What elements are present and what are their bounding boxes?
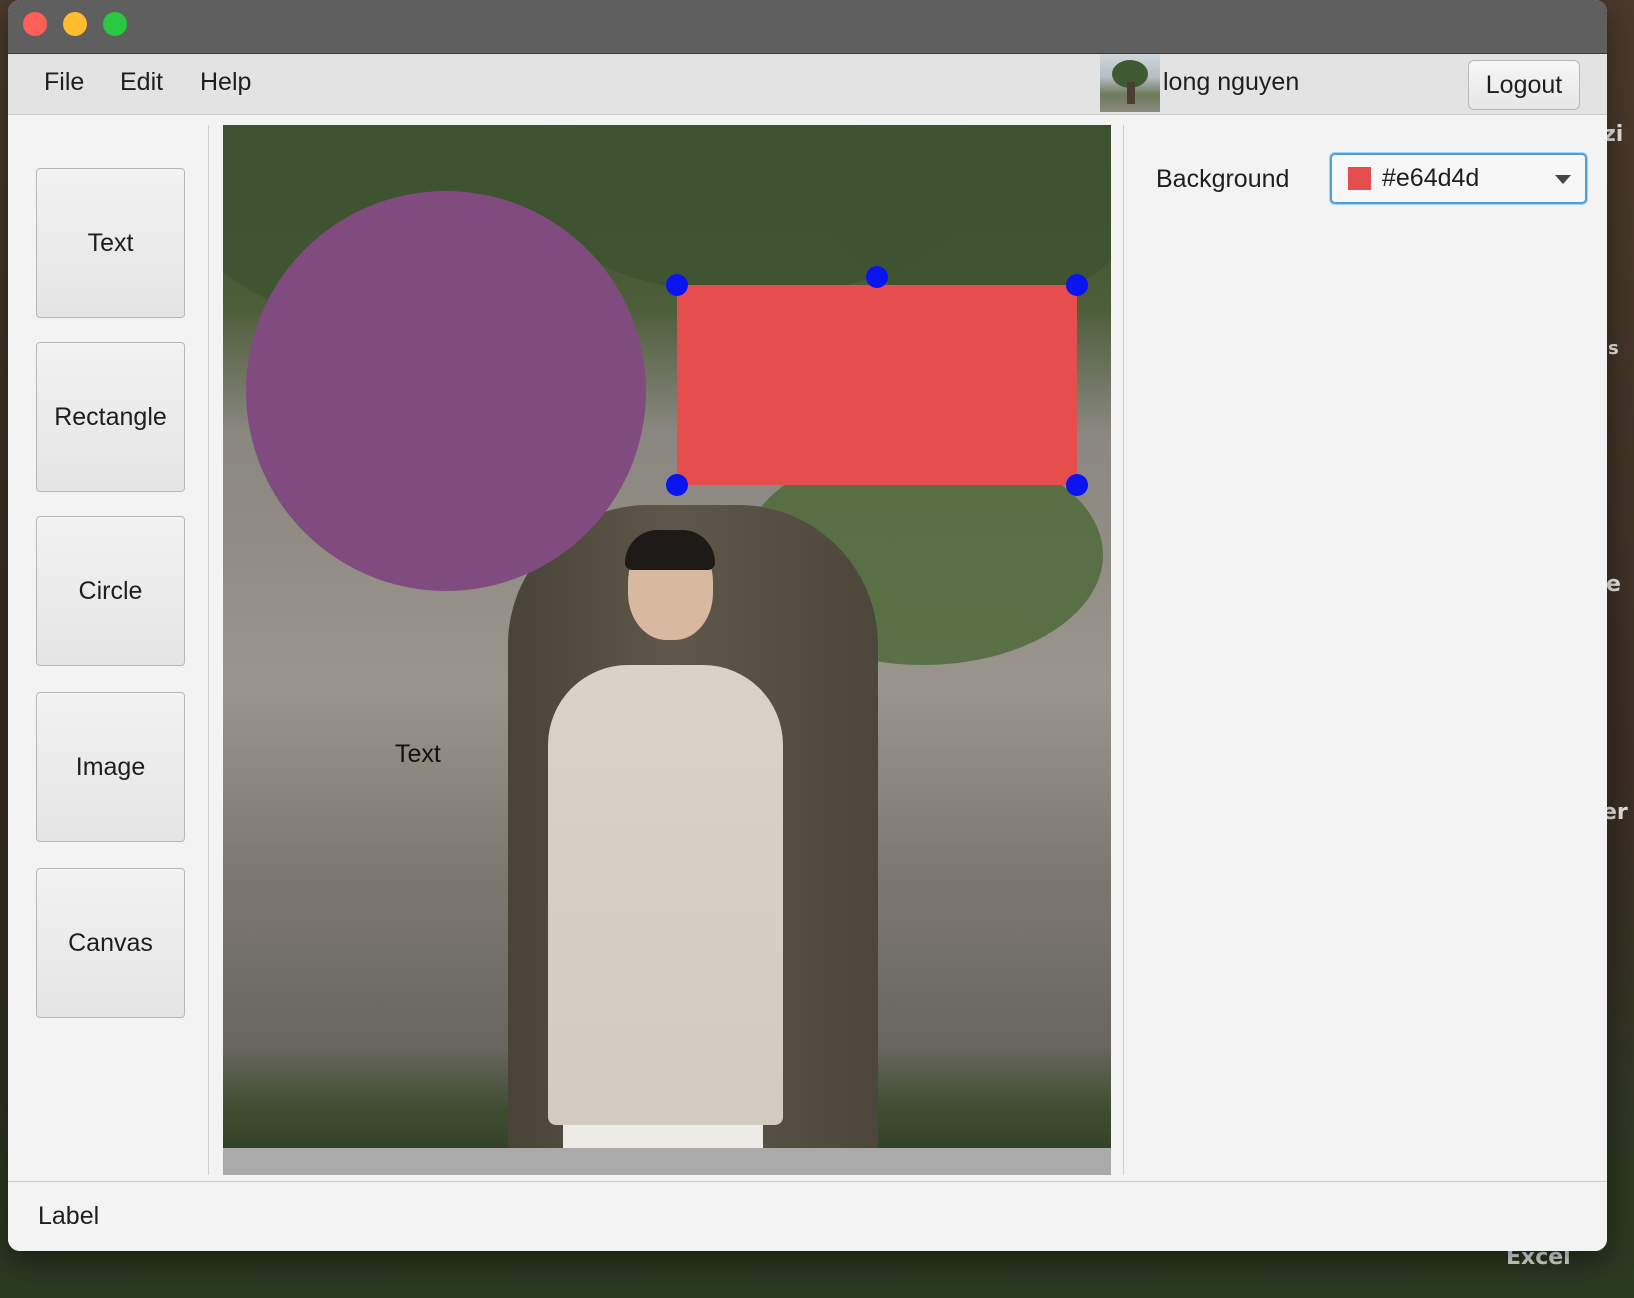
resize-handle-bottom-right[interactable] bbox=[1066, 474, 1088, 496]
tool-panel: Text Rectangle Circle Image Canvas bbox=[8, 125, 209, 1175]
desktop-peek-text: e bbox=[1606, 572, 1621, 597]
app-window: File Edit Help long nguyen Logout Text R… bbox=[8, 0, 1607, 1251]
resize-handle-top-right[interactable] bbox=[1066, 274, 1088, 296]
user-avatar bbox=[1100, 54, 1160, 112]
resize-handle-top-left[interactable] bbox=[666, 274, 688, 296]
chevron-down-icon bbox=[1555, 175, 1571, 184]
desktop-peek-text: s bbox=[1608, 338, 1619, 359]
image-tool-button[interactable]: Image bbox=[36, 692, 185, 842]
menu-bar: File Edit Help bbox=[8, 54, 1607, 115]
title-bar bbox=[8, 0, 1607, 54]
menu-help[interactable]: Help bbox=[200, 68, 251, 97]
background-property-label: Background bbox=[1156, 165, 1290, 193]
photo-person-hair bbox=[625, 530, 715, 570]
properties-panel: Background #e64d4d bbox=[1123, 125, 1607, 1175]
circle-shape[interactable] bbox=[246, 191, 646, 591]
main-content: Text Rectangle Circle Image Canvas Text … bbox=[8, 125, 1607, 1175]
menu-file[interactable]: File bbox=[44, 68, 84, 97]
rectangle-tool-button[interactable]: Rectangle bbox=[36, 342, 185, 492]
color-value: #e64d4d bbox=[1382, 164, 1480, 192]
status-bar: Label bbox=[8, 1181, 1607, 1251]
username-label: long nguyen bbox=[1163, 68, 1300, 96]
canvas-text-element[interactable]: Text bbox=[395, 740, 441, 769]
menu-edit[interactable]: Edit bbox=[120, 68, 163, 97]
photo-person-body bbox=[548, 665, 783, 1125]
logout-button[interactable]: Logout bbox=[1468, 60, 1580, 110]
drawing-canvas[interactable]: Text bbox=[223, 125, 1111, 1175]
text-tool-button[interactable]: Text bbox=[36, 168, 185, 318]
avatar-tree-trunk bbox=[1127, 82, 1135, 104]
resize-handle-top-center[interactable] bbox=[866, 266, 888, 288]
canvas-tool-button[interactable]: Canvas bbox=[36, 868, 185, 1018]
maximize-window-button[interactable] bbox=[103, 12, 127, 36]
background-color-picker[interactable]: #e64d4d bbox=[1330, 153, 1587, 204]
rectangle-shape[interactable] bbox=[677, 285, 1077, 485]
minimize-window-button[interactable] bbox=[63, 12, 87, 36]
resize-handle-bottom-left[interactable] bbox=[666, 474, 688, 496]
circle-tool-button[interactable]: Circle bbox=[36, 516, 185, 666]
close-window-button[interactable] bbox=[23, 12, 47, 36]
status-label: Label bbox=[38, 1202, 100, 1230]
color-swatch bbox=[1348, 167, 1371, 190]
